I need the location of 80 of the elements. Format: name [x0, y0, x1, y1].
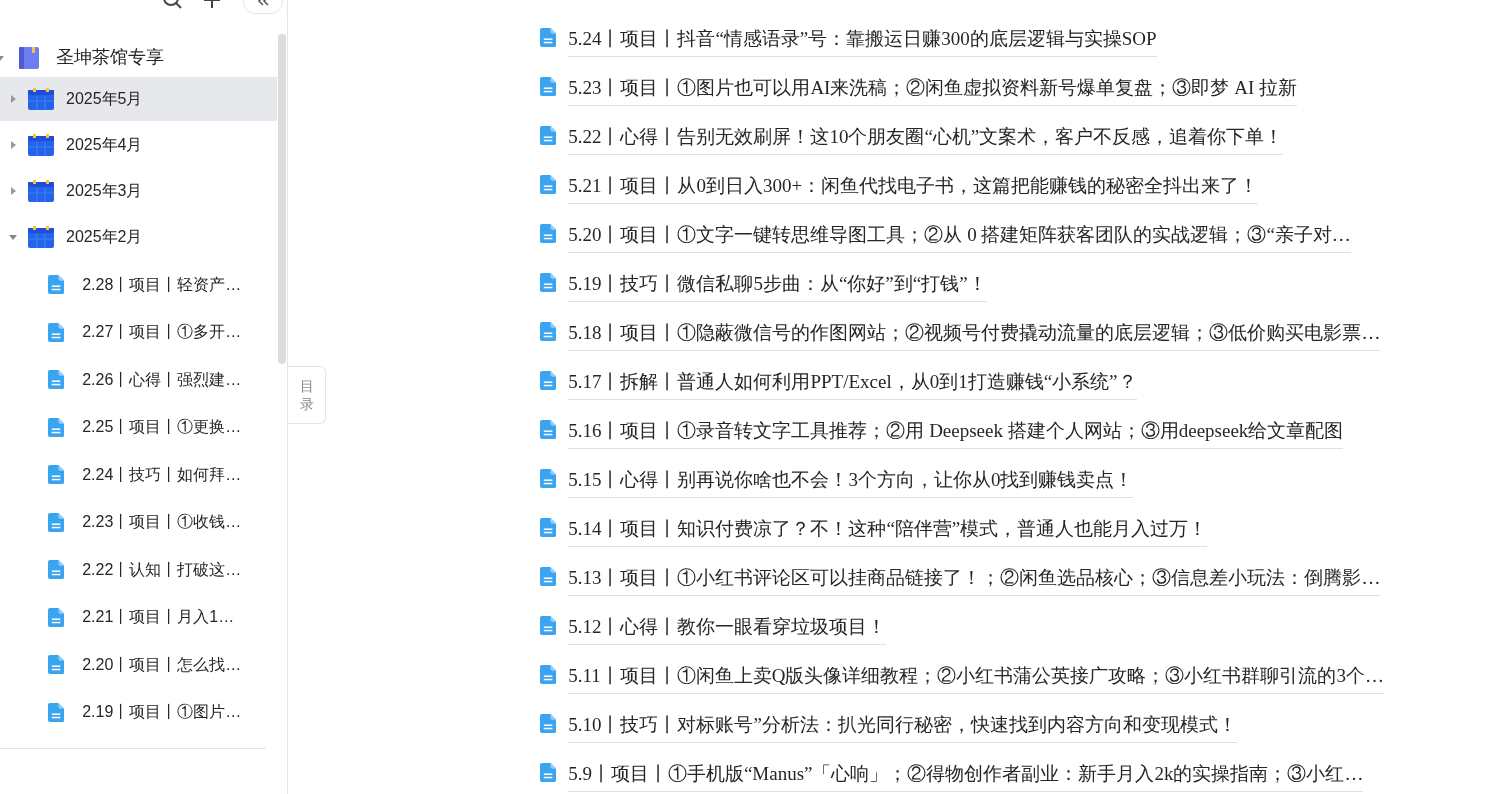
document-icon — [48, 275, 65, 295]
book-icon — [18, 45, 40, 70]
calendar-icon — [28, 180, 54, 202]
calendar-icon — [28, 226, 54, 248]
document-icon — [540, 567, 557, 586]
article-link[interactable]: 5.21丨项目丨从0到日入300+：闲鱼代找电子书，这篇把能赚钱的秘密全抖出来了！ — [568, 173, 1259, 204]
document-icon — [540, 322, 557, 341]
tree-item-label: 2025年2月 — [66, 227, 143, 247]
document-icon — [48, 702, 65, 722]
caret-icon[interactable] — [9, 95, 17, 103]
document-icon — [540, 77, 557, 96]
calendar-icon — [28, 88, 54, 110]
tree-item-label: 2025年4月 — [66, 135, 143, 155]
article-link[interactable]: 5.15丨心得丨别再说你啥也不会！3个方向，让你从0找到赚钱卖点！ — [568, 467, 1134, 498]
document-icon — [540, 371, 557, 390]
article-link[interactable]: 5.16丨项目丨①录音转文字工具推荐；②用 Deepseek 搭建个人网站；③用deepseek给文章配图 — [568, 418, 1344, 449]
article-link[interactable]: 5.23丨项目丨①图片也可以用AI来洗稿；②闲鱼虚拟资料新号爆单复盘；③即梦 AI 拉新 — [568, 75, 1297, 106]
document-icon — [540, 224, 557, 243]
tree-item[interactable]: 2.19丨项目丨①图片… — [0, 688, 266, 736]
article-link[interactable]: 5.14丨项目丨知识付费凉了？不！这种“陪伴营”模式，普通人也能月入过万！ — [568, 516, 1208, 547]
caret-icon[interactable] — [9, 233, 17, 241]
document-icon — [48, 370, 65, 390]
tree-item-label: 2.28丨项目丨轻资产… — [82, 274, 242, 295]
document-icon — [540, 665, 557, 684]
tree-item[interactable]: 2.24丨技巧丨如何拜… — [0, 451, 266, 499]
article-link[interactable]: 5.22丨心得丨告别无效刷屏！这10个朋友圈“心机”文案术，客户不反感，追着你下单！ — [568, 124, 1284, 155]
tree-item[interactable]: 2.28丨项目丨轻资产… — [0, 261, 266, 309]
article-link[interactable]: 5.24丨项目丨抖音“情感语录”号：靠搬运日赚300的底层逻辑与实操SOP — [568, 26, 1157, 57]
document-icon — [540, 28, 557, 47]
document-icon — [48, 465, 65, 485]
tree-item-label: 2.26丨心得丨强烈建… — [82, 369, 242, 390]
document-icon — [48, 417, 65, 437]
document-icon — [48, 322, 65, 342]
article-link[interactable]: 5.10丨技巧丨对标账号”分析法：扒光同行秘密，快速找到内容方向和变现模式！ — [568, 712, 1237, 743]
document-icon — [540, 420, 557, 439]
tree-item[interactable]: 2.22丨认知丨打破这… — [0, 546, 266, 594]
tree-item-label: 2.19丨项目丨①图片… — [82, 702, 242, 723]
article-link[interactable]: 5.20丨项目丨①文字一键转思维导图工具；②从 0 搭建矩阵获客团队的实战逻辑；③“亲子对… — [568, 222, 1351, 253]
tree-item[interactable]: 2.25丨项目丨①更换… — [0, 403, 266, 451]
document-icon — [540, 518, 557, 537]
tree-item-label: 2025年5月 — [66, 89, 143, 109]
document-icon — [540, 763, 557, 782]
tree-item-label: 2.21丨项目丨月入1… — [82, 607, 235, 628]
tree-item[interactable]: 圣坤茶馆专享 — [0, 40, 277, 75]
caret-icon[interactable] — [9, 141, 17, 149]
tree-item[interactable]: 2025年5月 — [0, 77, 277, 121]
document-icon — [540, 469, 557, 488]
tree-item-label: 2.24丨技巧丨如何拜… — [82, 464, 242, 485]
article-link[interactable]: 5.13丨项目丨①小红书评论区可以挂商品链接了！；②闲鱼选品核心；③信息差小玩法：倒腾影… — [568, 565, 1381, 596]
document-icon — [48, 560, 65, 580]
article-link[interactable]: 5.17丨拆解丨普通人如何利用PPT/Excel，从0到1打造赚钱“小系统”？ — [568, 369, 1137, 400]
document-icon — [48, 512, 65, 532]
document-icon — [540, 616, 557, 635]
article-link[interactable]: 5.9丨项目丨①手机版“Manus”「心响」；②得物创作者副业：新手月入2k的实操指南；③小红… — [568, 761, 1364, 792]
tree-item-label: 2.23丨项目丨①收钱… — [82, 512, 242, 533]
tree-item-label: 2025年3月 — [66, 181, 143, 201]
tree-item-label: 圣坤茶馆专享 — [56, 46, 164, 69]
tree-item[interactable]: 2.21丨项目丨月入1… — [0, 593, 266, 641]
scrollbar[interactable] — [278, 34, 286, 364]
tree-item[interactable]: 2.26丨心得丨强烈建… — [0, 356, 266, 404]
toc-tab[interactable]: 目录 — [288, 366, 326, 424]
calendar-icon — [28, 134, 54, 156]
document-icon — [48, 607, 65, 627]
article-link[interactable]: 5.18丨项目丨①隐蔽微信号的作图网站；②视频号付费撬动流量的底层逻辑；③低价购买电影票… — [568, 320, 1381, 351]
document-icon — [48, 655, 65, 675]
document-icon — [540, 126, 557, 145]
tree-item-label: 2.20丨项目丨怎么找… — [82, 654, 242, 675]
tree-item-label: 2.22丨认知丨打破这… — [82, 559, 242, 580]
tree-item[interactable]: 2.20丨项目丨怎么找… — [0, 641, 266, 689]
tree-item-label: 2.27丨项目丨①多开… — [82, 322, 242, 343]
tree-item-label: 2.25丨项目丨①更换… — [82, 417, 242, 438]
document-icon — [540, 175, 557, 194]
document-icon — [540, 714, 557, 733]
tree-item[interactable]: 2.23丨项目丨①收钱… — [0, 498, 266, 546]
document-icon — [540, 273, 557, 292]
tree-item[interactable]: 2.27丨项目丨①多开… — [0, 308, 266, 356]
caret-icon[interactable] — [9, 187, 17, 195]
article-link[interactable]: 5.11丨项目丨①闲鱼上卖Q版头像详细教程；②小红书蒲公英接广攻略；③小红书群聊引流的3个… — [568, 663, 1384, 694]
article-link[interactable]: 5.19丨技巧丨微信私聊5步曲：从“你好”到“打钱”！ — [568, 271, 987, 302]
article-link[interactable]: 5.12丨心得丨教你一眼看穿垃圾项目！ — [568, 614, 887, 645]
